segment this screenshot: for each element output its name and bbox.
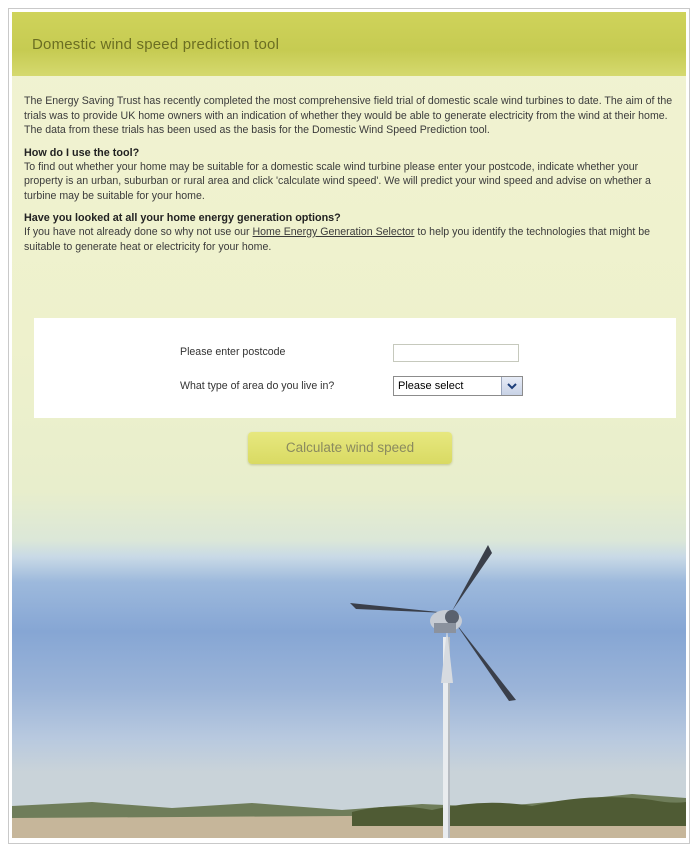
postcode-label: Please enter postcode — [180, 346, 286, 358]
how-to-paragraph: To find out whether your home may be sui… — [24, 160, 651, 202]
options-text-before: If you have not already done so why not … — [24, 226, 253, 238]
wind-turbine-illustration — [350, 545, 516, 838]
how-to-heading: How do I use the tool? — [24, 146, 140, 159]
input-form: Please enter postcode What type of area … — [34, 318, 676, 418]
area-type-label: What type of area do you live in? — [180, 380, 335, 392]
content-area: The Energy Saving Trust has recently com… — [24, 94, 674, 262]
title-bar: Domestic wind speed prediction tool — [12, 12, 686, 76]
area-type-select[interactable]: Please select — [393, 376, 523, 396]
chevron-down-icon[interactable] — [501, 377, 522, 395]
home-energy-generation-selector-link[interactable]: Home Energy Generation Selector — [253, 226, 415, 238]
intro-paragraph: The Energy Saving Trust has recently com… — [24, 95, 673, 136]
page-title: Domestic wind speed prediction tool — [32, 36, 280, 53]
area-type-selected-value: Please select — [398, 380, 464, 392]
calculate-wind-speed-button[interactable]: Calculate wind speed — [248, 432, 452, 464]
postcode-input[interactable] — [393, 344, 519, 362]
tool-panel: Domestic wind speed prediction tool The … — [12, 12, 686, 838]
options-paragraph: If you have not already done so why not … — [24, 225, 674, 254]
options-heading: Have you looked at all your home energy … — [24, 212, 341, 224]
